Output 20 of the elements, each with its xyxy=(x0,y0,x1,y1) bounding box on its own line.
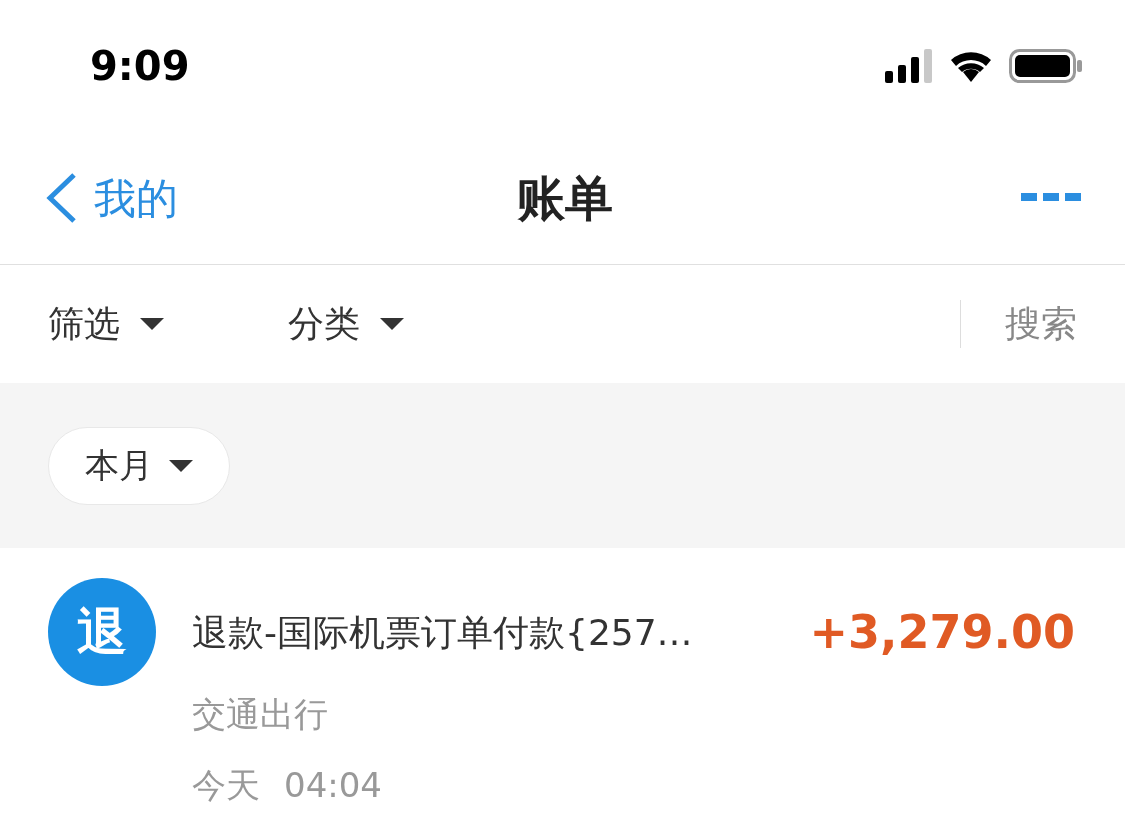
battery-icon xyxy=(1009,49,1083,83)
refund-icon: 退 xyxy=(48,578,156,686)
transaction-category: 交通出行 xyxy=(192,693,329,736)
filter-dropdown[interactable]: 筛选 xyxy=(48,297,288,351)
chevron-left-icon xyxy=(44,172,78,224)
transaction-time: 04:04 xyxy=(284,764,382,807)
page-title: 账单 xyxy=(516,169,614,228)
transaction-amount: +3,279.00 xyxy=(809,604,1075,661)
caret-icon xyxy=(169,459,193,472)
filter-dropdown[interactable]: 分类 xyxy=(288,297,528,351)
status-time: 9:09 xyxy=(90,42,190,91)
transaction-title[interactable]: 退款-国际机票订单付款{257… xyxy=(192,605,693,660)
signal-icon xyxy=(885,49,933,83)
more-icon[interactable] xyxy=(1021,193,1081,203)
wifi-icon xyxy=(949,50,993,82)
caret-icon xyxy=(140,318,164,330)
caret-icon xyxy=(380,318,404,330)
month-selector[interactable]: 本月 xyxy=(48,426,230,505)
search-button[interactable]: 搜索 xyxy=(1005,297,1077,351)
transaction-date: 今天 xyxy=(192,764,260,807)
